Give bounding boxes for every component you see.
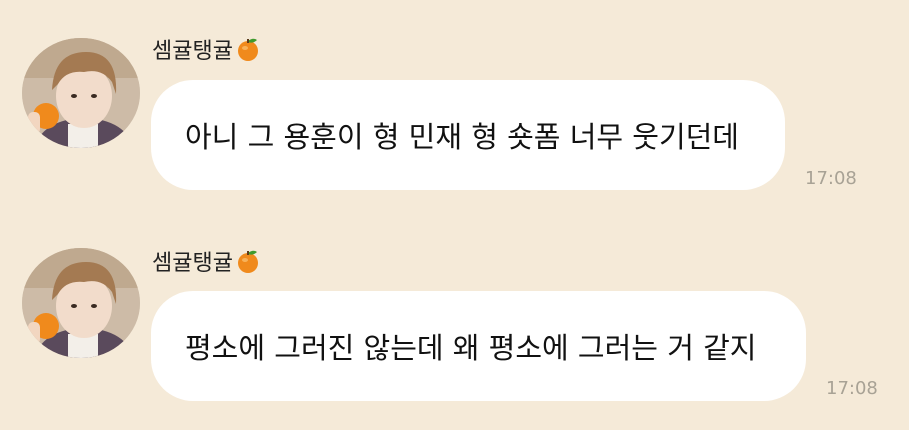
avatar[interactable] (22, 248, 140, 358)
sender-name-text: 셈귤탱귤 (152, 39, 233, 64)
message-text: 아니 그 용훈이 형 민재 형 숏폼 너무 웃기던데 (185, 120, 739, 154)
sender-name-text: 셈귤탱귤 (152, 251, 233, 276)
message-timestamp: 17:08 (805, 168, 857, 189)
sender-name: 셈귤탱귤 (152, 33, 261, 65)
avatar-photo-icon (22, 38, 140, 148)
avatar[interactable] (22, 38, 140, 148)
sender-name: 셈귤탱귤 (152, 245, 261, 277)
message-bubble[interactable]: 아니 그 용훈이 형 민재 형 숏폼 너무 웃기던데 (151, 80, 785, 190)
avatar-photo-icon (22, 248, 140, 358)
tangerine-emoji-icon (237, 250, 258, 273)
message-timestamp: 17:08 (826, 378, 878, 399)
tangerine-emoji-icon (237, 38, 258, 61)
message-bubble[interactable]: 평소에 그러진 않는데 왜 평소에 그러는 거 같지 (151, 291, 806, 401)
message-text: 평소에 그러진 않는데 왜 평소에 그러는 거 같지 (185, 331, 757, 365)
